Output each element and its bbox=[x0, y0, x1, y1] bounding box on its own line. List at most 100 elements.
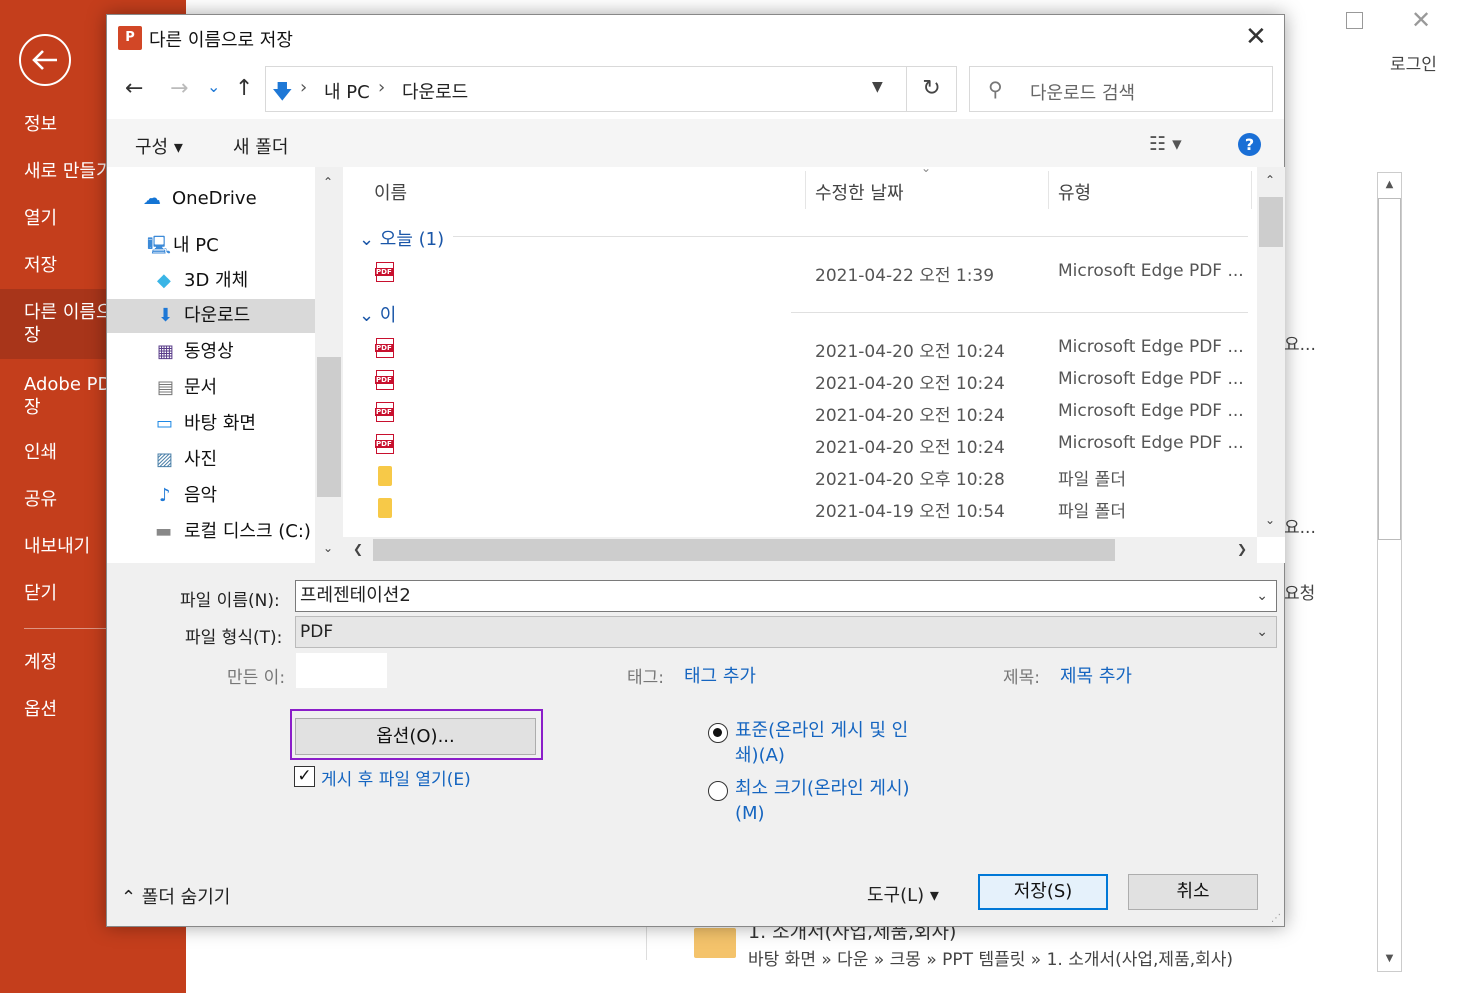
open-after-publish-label[interactable]: 게시 후 파일 열기(E) bbox=[321, 765, 471, 790]
breadcrumb-downloads[interactable]: 다운로드 bbox=[402, 78, 468, 104]
close-icon[interactable]: ✕ bbox=[1245, 22, 1267, 52]
close-window-icon[interactable]: ✕ bbox=[1411, 6, 1431, 34]
new-folder-button[interactable]: 새 폴더 bbox=[233, 133, 288, 159]
file-list-horizontal-scrollbar[interactable]: ❮ ❯ bbox=[343, 537, 1257, 563]
column-header-type[interactable]: 유형 bbox=[1058, 179, 1091, 205]
document-icon: ▤ bbox=[157, 377, 175, 398]
powerpoint-icon: P bbox=[118, 26, 142, 50]
tree-item-music[interactable]: ♪ 음악 bbox=[107, 479, 315, 513]
scrollbar-thumb[interactable] bbox=[317, 357, 341, 497]
add-tag-link[interactable]: 태그 추가 bbox=[684, 662, 756, 688]
tree-item-documents[interactable]: ▤ 문서 bbox=[107, 371, 315, 405]
file-date: 2021-04-22 오전 1:39 bbox=[815, 266, 995, 286]
scrollbar-thumb[interactable] bbox=[1259, 197, 1283, 247]
radio-minimum-size[interactable] bbox=[708, 781, 728, 801]
organize-button[interactable]: 구성 ▾ bbox=[135, 133, 183, 159]
tree-item-label: 동영상 bbox=[184, 341, 234, 362]
group-divider bbox=[791, 312, 1248, 313]
toolbar: 구성 ▾ 새 폴더 ☷ ▾ ? bbox=[107, 119, 1284, 167]
scroll-up-icon[interactable]: ▲ bbox=[1378, 173, 1401, 197]
tree-item-label: 사진 bbox=[184, 449, 218, 470]
pdf-icon bbox=[375, 262, 394, 282]
add-title-link[interactable]: 제목 추가 bbox=[1060, 662, 1132, 688]
breadcrumb-separator[interactable]: › bbox=[378, 77, 385, 98]
navigation-pane-scrollbar[interactable]: ⌃ ⌄ bbox=[315, 167, 343, 563]
address-bar[interactable]: 🡇 › 내 PC › 다운로드 ▼ bbox=[265, 66, 907, 112]
file-row[interactable]: 2021-04-20 오전 10:24 Microsoft Edge PDF .… bbox=[343, 397, 1255, 429]
search-input[interactable]: ⚲ 다운로드 검색 bbox=[969, 66, 1273, 112]
group-header-earlier[interactable]: ⌄ 이 bbox=[359, 301, 396, 327]
scroll-right-icon[interactable]: ❯ bbox=[1237, 542, 1247, 556]
open-after-publish-checkbox[interactable]: ✓ bbox=[294, 766, 315, 787]
resize-grip-icon[interactable]: ⋰ bbox=[1271, 913, 1281, 924]
up-arrow-icon[interactable]: ↑ bbox=[235, 77, 253, 101]
tree-item-desktop[interactable]: ▭ 바탕 화면 bbox=[107, 407, 315, 441]
tree-item-label: 음악 bbox=[184, 485, 218, 506]
scroll-left-icon[interactable]: ❮ bbox=[353, 542, 363, 556]
column-separator[interactable] bbox=[805, 171, 806, 209]
file-list-vertical-scrollbar[interactable]: ⌃ ⌄ bbox=[1257, 167, 1285, 537]
background-text-peek: 요... bbox=[1284, 335, 1316, 355]
search-icon: ⚲ bbox=[988, 77, 1003, 101]
refresh-button[interactable]: ↻ bbox=[907, 66, 957, 112]
group-header-today[interactable]: ⌄ 오늘 (1) bbox=[359, 225, 444, 251]
breadcrumb-separator[interactable]: › bbox=[300, 77, 307, 98]
column-separator[interactable] bbox=[1048, 171, 1049, 209]
file-row[interactable]: 2021-04-20 오전 10:24 Microsoft Edge PDF .… bbox=[343, 333, 1255, 365]
save-as-dialog: P 다른 이름으로 저장 ✕ ← → ⌄ ↑ 🡇 › 내 PC › 다운로드 ▼… bbox=[106, 14, 1285, 927]
column-header-date[interactable]: 수정한 날짜 bbox=[815, 179, 904, 205]
filetype-select[interactable]: PDF ⌄ bbox=[295, 616, 1277, 648]
login-link[interactable]: 로그인 bbox=[1390, 50, 1437, 75]
hide-folders-button[interactable]: ⌃ 폴더 숨기기 bbox=[121, 883, 230, 909]
save-button[interactable]: 저장(S) bbox=[978, 874, 1108, 910]
file-type: Microsoft Edge PDF ... bbox=[1058, 261, 1244, 281]
options-button[interactable]: 옵션(O)... bbox=[295, 718, 536, 755]
filename-input[interactable]: 프레젠테이션2 ⌄ bbox=[295, 580, 1277, 612]
background-text-peek: 요청 bbox=[1284, 584, 1316, 604]
file-row[interactable]: 2021-04-22 오전 1:39 Microsoft Edge PDF ..… bbox=[343, 257, 1255, 289]
filename-value: 프레젠테이션2 bbox=[300, 585, 411, 606]
chevron-down-icon[interactable]: ⌄ bbox=[1256, 581, 1268, 611]
tree-item-3d-objects[interactable]: ◆ 3D 개체 bbox=[107, 264, 315, 298]
cancel-button[interactable]: 취소 bbox=[1128, 874, 1258, 910]
tree-item-label: 로컬 디스크 (C:) bbox=[184, 521, 311, 542]
column-separator[interactable] bbox=[1251, 171, 1252, 209]
file-row[interactable]: 2021-04-20 오전 10:24 Microsoft Edge PDF .… bbox=[343, 429, 1255, 461]
file-list-pane: 이름 수정한 날짜 ⌄ 유형 ⌄ 오늘 (1) 2021-04-22 오전 1:… bbox=[343, 161, 1285, 563]
view-options-button[interactable]: ☷ ▾ bbox=[1149, 133, 1182, 155]
chevron-down-icon[interactable]: ⌄ bbox=[1256, 617, 1268, 647]
scroll-up-icon[interactable]: ⌃ bbox=[323, 175, 333, 189]
scrollbar-thumb[interactable] bbox=[373, 539, 1115, 561]
breadcrumb-this-pc[interactable]: 내 PC bbox=[324, 78, 370, 104]
radio-standard[interactable] bbox=[708, 723, 728, 743]
scroll-up-icon[interactable]: ⌃ bbox=[1265, 173, 1275, 187]
tree-item-onedrive[interactable]: ☁ OneDrive bbox=[107, 182, 315, 216]
radio-standard-label[interactable]: 표준(온라인 게시 및 인쇄)(A) bbox=[735, 718, 915, 768]
radio-minimum-size-label[interactable]: 최소 크기(온라인 게시)(M) bbox=[735, 776, 915, 826]
chevron-down-icon[interactable]: ▼ bbox=[872, 79, 883, 95]
tools-dropdown[interactable]: 도구(L) ▾ bbox=[867, 881, 939, 907]
back-button[interactable] bbox=[19, 34, 71, 86]
author-input[interactable] bbox=[296, 653, 387, 688]
file-date: 2021-04-20 오전 10:24 bbox=[815, 438, 1005, 458]
file-row[interactable]: 2021-04-20 오전 10:24 Microsoft Edge PDF .… bbox=[343, 365, 1255, 397]
restore-window-icon[interactable] bbox=[1346, 12, 1363, 29]
back-arrow-icon[interactable]: ← bbox=[125, 77, 143, 101]
tree-item-local-disk-c[interactable]: ▬ 로컬 디스크 (C:) bbox=[107, 515, 315, 549]
scroll-down-icon[interactable]: ⌄ bbox=[1265, 513, 1275, 527]
tree-item-this-pc[interactable]: 🖳 내 PC bbox=[107, 229, 315, 263]
tree-item-videos[interactable]: ▦ 동영상 bbox=[107, 335, 315, 369]
file-row[interactable]: 2021-04-20 오후 10:28 파일 폴더 bbox=[343, 461, 1255, 493]
group-divider bbox=[453, 236, 1248, 237]
background-scrollbar-thumb[interactable] bbox=[1378, 198, 1401, 540]
help-icon[interactable]: ? bbox=[1238, 133, 1261, 156]
tree-item-pictures[interactable]: ▨ 사진 bbox=[107, 443, 315, 477]
column-header-name[interactable]: 이름 bbox=[374, 179, 407, 205]
scroll-down-icon[interactable]: ▼ bbox=[1378, 947, 1401, 971]
forward-arrow-icon[interactable]: → bbox=[170, 77, 188, 101]
scroll-down-icon[interactable]: ⌄ bbox=[323, 541, 333, 555]
search-placeholder: 다운로드 검색 bbox=[1030, 83, 1136, 104]
recent-locations-chevron-icon[interactable]: ⌄ bbox=[207, 75, 220, 99]
tree-item-downloads[interactable]: ⬇ 다운로드 bbox=[107, 299, 315, 333]
file-row[interactable]: 2021-04-19 오전 10:54 파일 폴더 bbox=[343, 493, 1255, 525]
